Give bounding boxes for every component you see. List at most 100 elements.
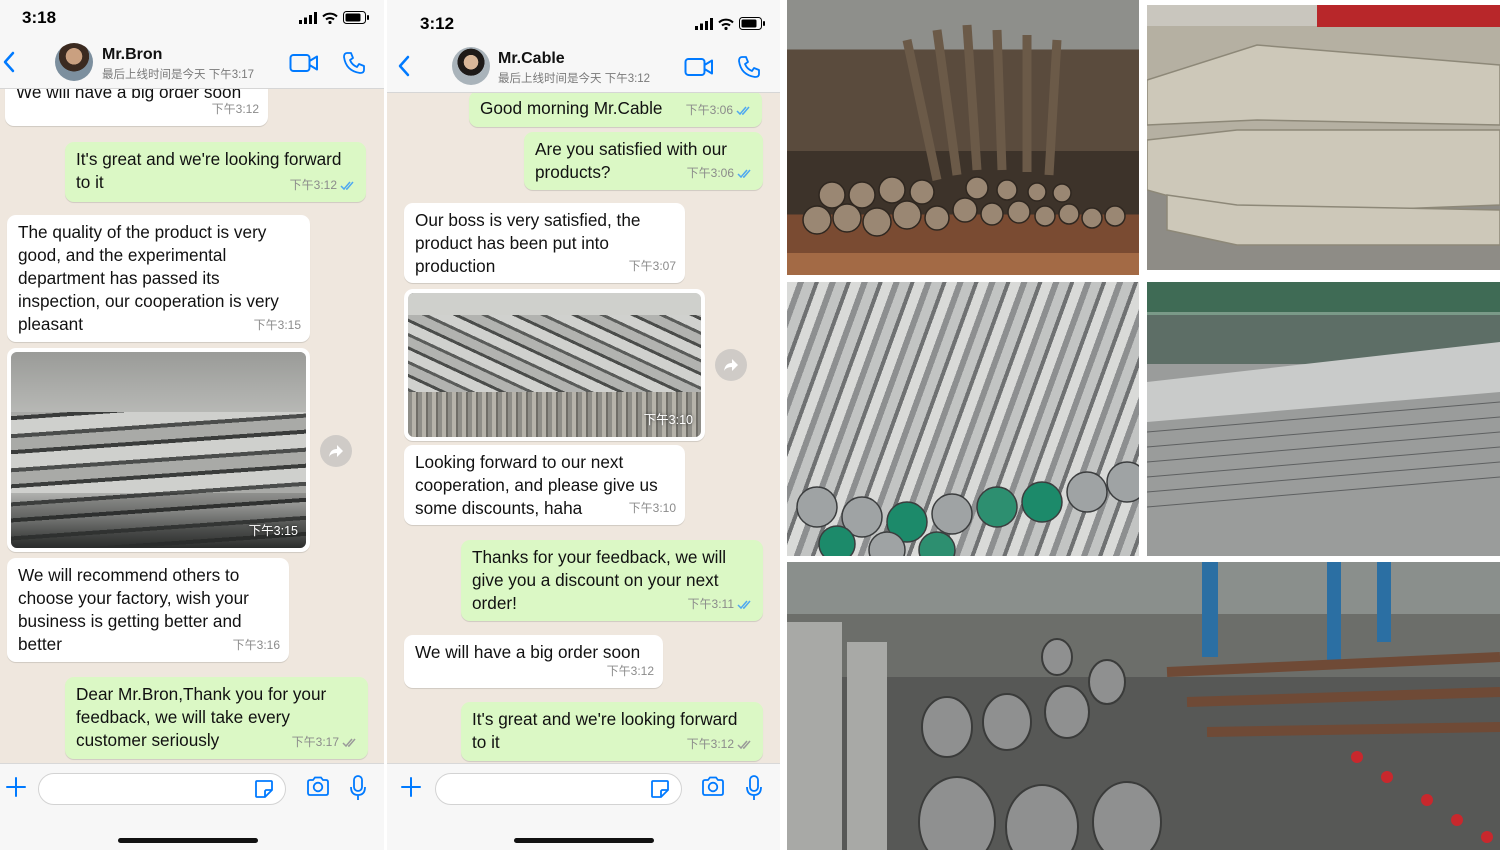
message-meta: 下午3:15 [254,314,301,337]
message-list[interactable]: Good morning Mr.Cable 下午3:06 Are you sat… [387,93,780,764]
message-meta: 下午3:06 [686,99,753,122]
bar-ends-drawing [796,461,1139,556]
phone-icon[interactable] [737,55,761,79]
camera-icon[interactable] [701,776,725,797]
message-time: 下午3:12 [606,664,654,678]
double-check-icon [340,181,354,190]
message-bubble[interactable]: The quality of the product is very good,… [7,215,310,342]
bundles-drawing [1147,5,1500,246]
message-meta: 下午3:11 [688,593,754,616]
message-text: Our boss is very satisfied, the product … [415,210,641,276]
phone-icon[interactable] [342,51,366,75]
message-input[interactable] [435,773,682,805]
message-bubble[interactable]: Are you satisfied with our products? 下午3… [524,132,763,190]
wrapped-steel-bundles-photo [1147,5,1500,270]
message-meta: 下午3:10 [629,497,676,520]
input-bar [387,763,780,850]
image-message[interactable]: 下午3:10 [404,289,705,441]
message-time: 下午3:06 [686,166,734,180]
message-time: 下午3:07 [628,259,676,273]
status-time: 3:18 [22,8,57,27]
message-text: We will recommend others to choose your … [18,565,249,654]
video-camera-icon[interactable] [289,53,319,73]
square-steel-bars-image[interactable]: 下午3:10 [408,293,701,437]
last-seen-status: 最后上线时间是今天 下午3:17 [102,69,255,81]
avatar[interactable] [55,43,93,81]
message-meta: 下午3:06 [687,162,754,185]
warehouse-round-bars-photo [787,562,1500,850]
message-meta: 下午3:17 [292,731,359,754]
double-check-icon [342,738,356,747]
chat-header: Mr.Bron 最后上线时间是今天 下午3:17 [0,38,384,89]
message-time: 下午3:11 [687,597,734,611]
image-time: 下午3:15 [248,524,298,538]
flat-steel-bars-image[interactable]: 下午3:15 [11,352,306,548]
double-check-icon [736,106,750,115]
home-indicator [514,838,654,843]
message-time: 下午3:15 [253,318,301,332]
input-bar [0,763,384,850]
flat-stack-drawing [1147,282,1500,508]
message-bubble[interactable]: Good morning Mr.Cable 下午3:06 [469,93,762,127]
message-text: The quality of the product is very good,… [18,222,279,334]
status-icons [695,17,766,30]
microphone-icon[interactable] [745,775,763,801]
message-meta: 下午3:07 [629,255,676,278]
message-time: 下午3:17 [291,735,339,749]
plus-icon[interactable] [400,776,422,798]
message-text: We will have a big order soon [16,89,242,102]
message-bubble[interactable]: We will have a big order soon 下午3:12 [5,89,268,126]
message-text: Looking forward to our next cooperation,… [415,452,658,518]
image-message[interactable]: 下午3:15 [7,348,310,552]
message-bubble[interactable]: We will recommend others to choose your … [7,558,289,662]
sticker-icon[interactable] [650,779,670,799]
warehouse-drawing [787,562,1500,850]
message-text: Good morning Mr.Cable [480,98,663,118]
battery-icon [739,17,765,30]
round-bars-drawing [802,24,1126,237]
double-check-icon [737,169,751,178]
camera-icon[interactable] [306,776,330,797]
back-chevron-icon[interactable] [2,50,16,74]
contact-name[interactable]: Mr.Cable [498,50,565,68]
forward-button[interactable] [715,349,747,381]
message-text: Dear Mr.Bron,Thank you for your feedback… [76,684,327,750]
back-chevron-icon[interactable] [397,54,411,78]
message-bubble[interactable]: Dear Mr.Bron,Thank you for your feedback… [65,677,368,759]
forward-icon [329,445,343,457]
message-meta: 下午3:12 [607,660,654,683]
message-list[interactable]: We will have a big order soon 下午3:12 It'… [0,89,384,764]
status-bar: 3:12 [387,0,780,42]
message-meta: 下午3:12 [212,98,259,121]
message-bubble[interactable]: Our boss is very satisfied, the product … [404,203,685,283]
plus-icon[interactable] [5,776,27,798]
home-indicator [118,838,258,843]
message-meta: 下午3:12 [290,174,357,197]
message-time: 下午3:16 [232,638,280,652]
message-bubble[interactable]: It's great and we're looking forward to … [461,702,763,761]
message-time: 下午3:12 [289,178,337,192]
message-time: 下午3:12 [211,102,259,116]
message-bubble[interactable]: Looking forward to our next cooperation,… [404,445,685,525]
avatar[interactable] [452,47,490,85]
image-time: 下午3:10 [643,413,693,427]
round-steel-bars-truck-photo [787,0,1139,275]
forward-button[interactable] [320,435,352,467]
bright-round-bars-photo [787,282,1139,556]
message-time: 下午3:06 [685,103,733,117]
microphone-icon[interactable] [349,775,367,801]
message-bubble[interactable]: We will have a big order soon 下午3:12 [404,635,663,688]
message-input[interactable] [38,773,286,805]
sticker-icon[interactable] [254,779,274,799]
message-time: 下午3:10 [628,501,676,515]
message-time: 下午3:12 [686,737,734,751]
contact-name[interactable]: Mr.Bron [102,46,162,64]
message-meta: 下午3:16 [233,634,280,657]
double-check-icon [737,600,751,609]
video-camera-icon[interactable] [684,57,714,77]
message-bubble[interactable]: It's great and we're looking forward to … [65,142,366,202]
double-check-icon [737,740,751,749]
message-bubble[interactable]: Thanks for your feedback, we will give y… [461,540,763,621]
chat-screenshot-mr-cable: 3:12 Mr.Cable 最后上线时间是今天 下午3:12 Good morn… [387,0,780,850]
status-time: 3:12 [420,14,455,33]
